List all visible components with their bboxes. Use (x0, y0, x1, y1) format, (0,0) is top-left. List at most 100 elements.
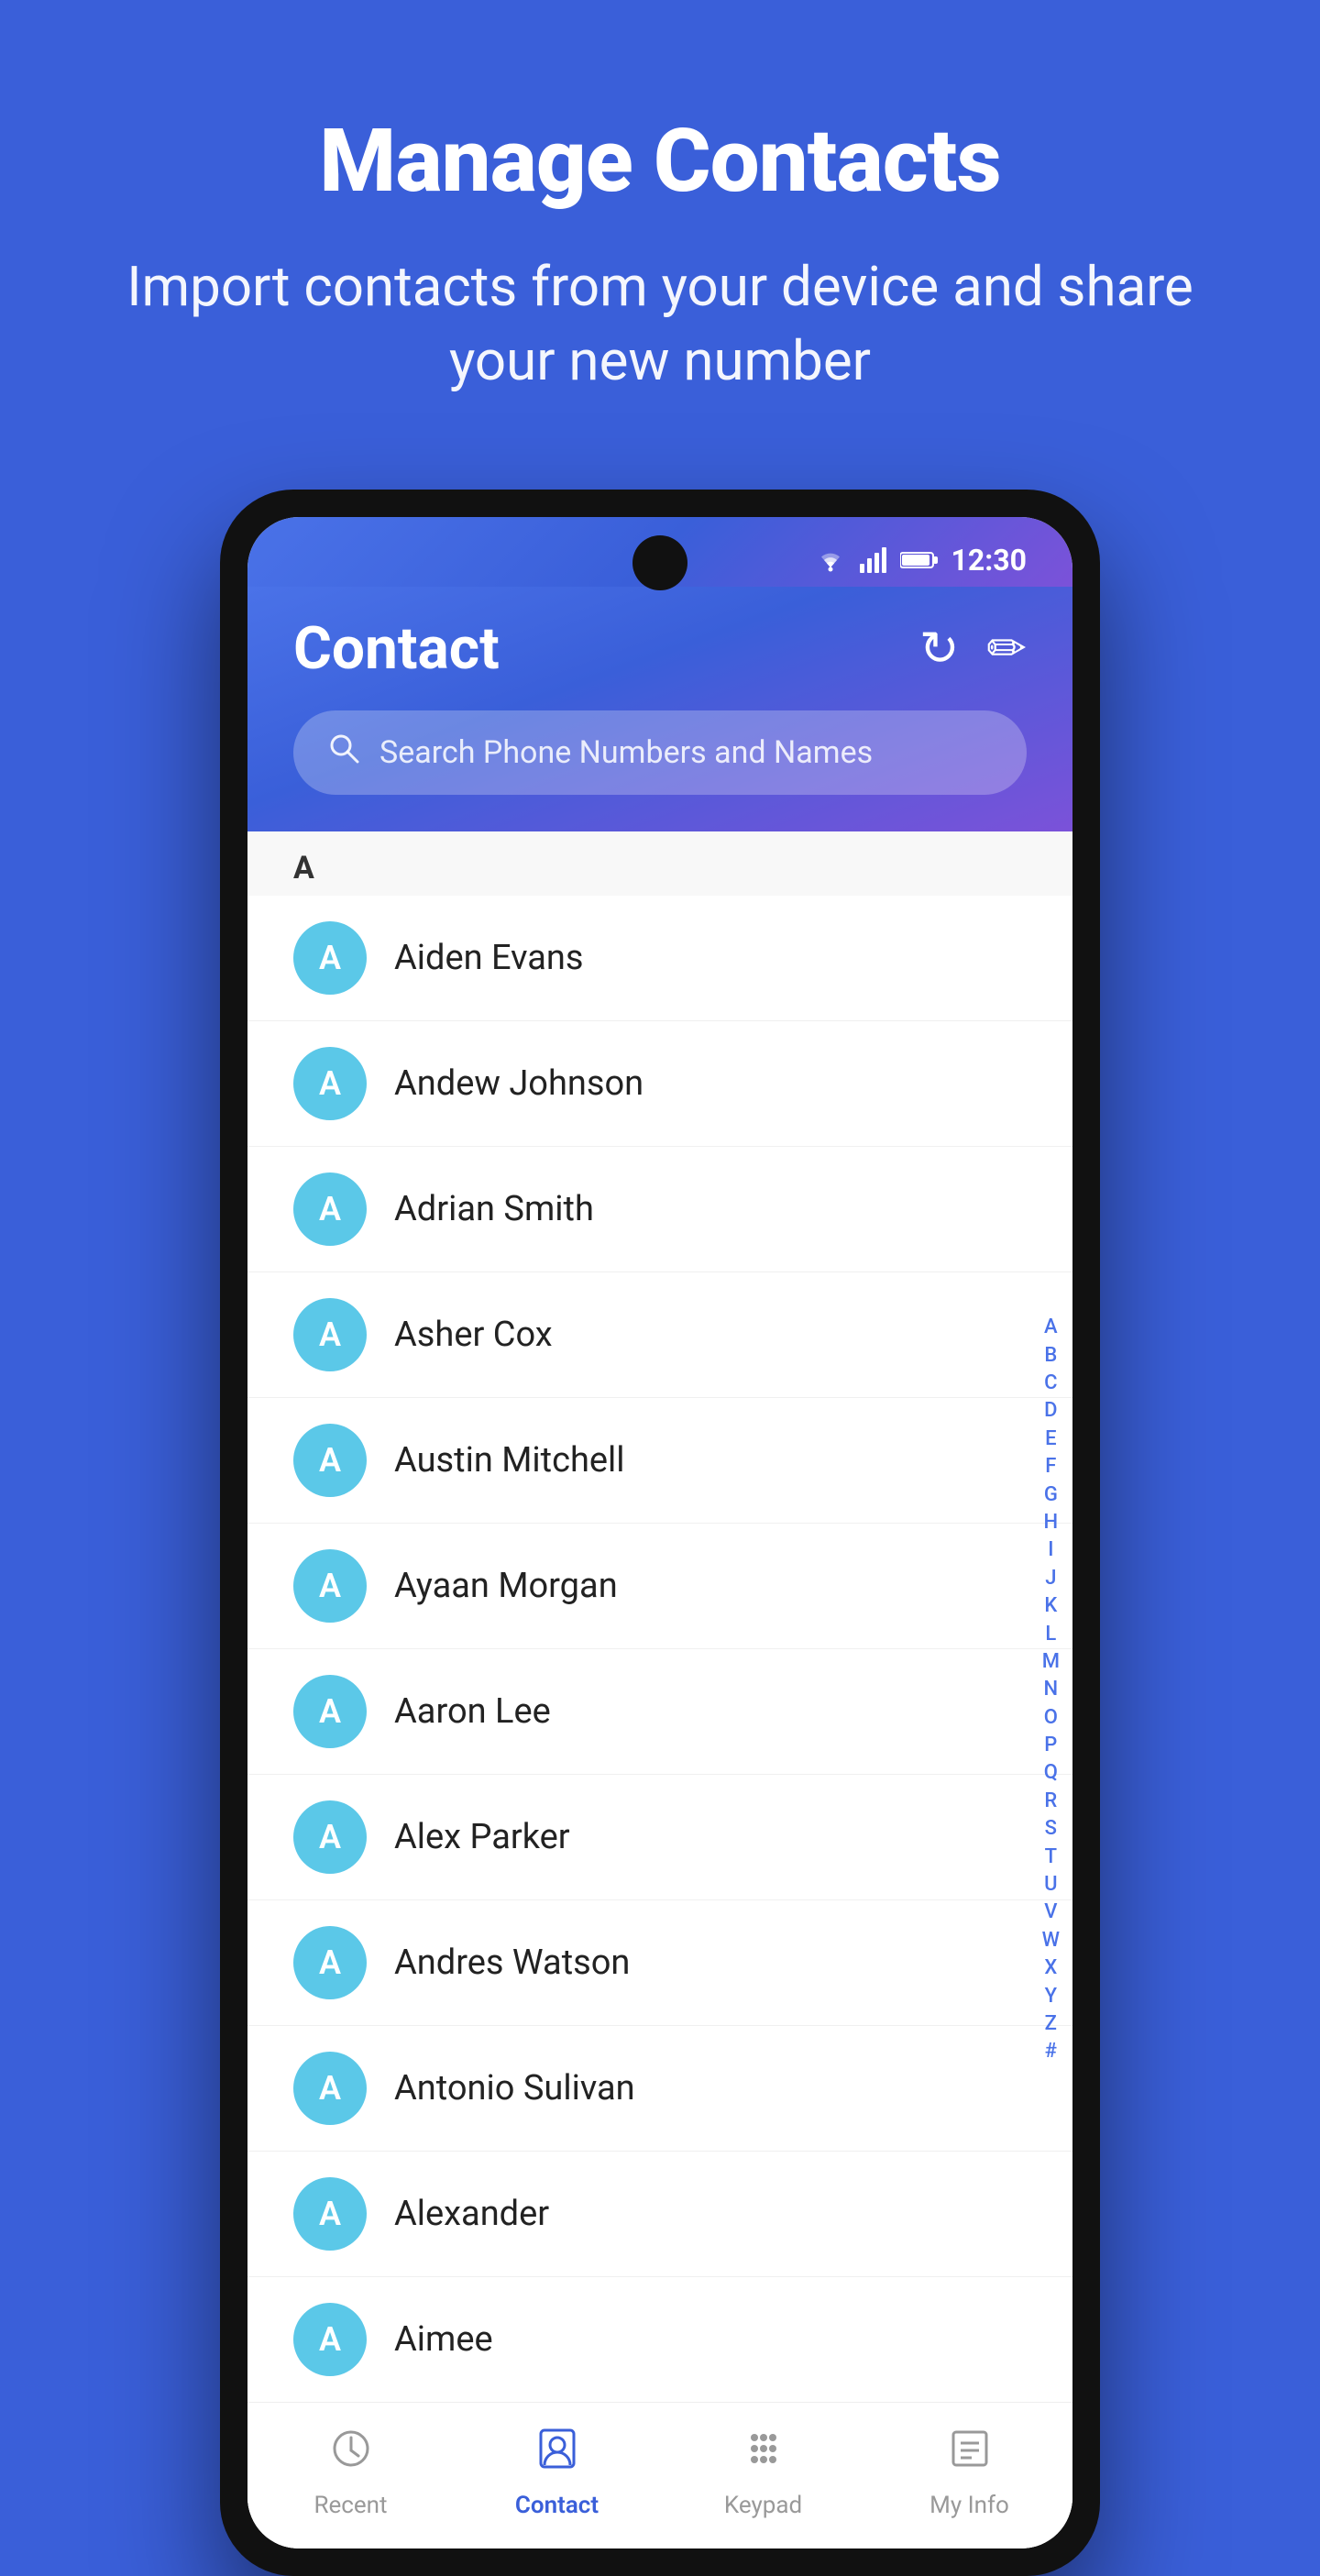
alphabet-letter[interactable]: Q (1040, 1760, 1062, 1786)
myinfo-nav-label: My Info (930, 2492, 1009, 2519)
alphabet-letter[interactable]: E (1041, 1426, 1060, 1452)
contact-name: Aimee (394, 2319, 493, 2360)
alphabet-letter[interactable]: B (1040, 1343, 1061, 1369)
section-letter-a: A (248, 831, 1072, 896)
contact-header: Contact ↻ ✏ Search Phone Numbers and Nam… (248, 587, 1072, 831)
signal-icon (860, 547, 887, 573)
search-icon (326, 731, 361, 775)
refresh-icon[interactable]: ↻ (919, 621, 960, 677)
contact-item[interactable]: A Antonio Sulivan (248, 2026, 1072, 2152)
alphabet-letter[interactable]: U (1040, 1872, 1061, 1898)
keypad-nav-label: Keypad (724, 2492, 802, 2519)
contact-title-row: Contact ↻ ✏ (293, 614, 1027, 683)
contact-name: Andew Johnson (394, 1063, 644, 1104)
phone-screen: 12:30 Contact ↻ ✏ (248, 517, 1072, 2548)
myinfo-nav-icon (946, 2425, 994, 2484)
contacts-container: A Aiden Evans A Andew Johnson A Adrian S… (248, 896, 1072, 2402)
battery-icon (900, 550, 939, 570)
alphabet-letter[interactable]: N (1040, 1677, 1062, 1702)
alphabet-letter[interactable]: K (1040, 1593, 1061, 1619)
avatar: A (293, 1549, 367, 1623)
contact-item[interactable]: A Alexander (248, 2152, 1072, 2277)
wifi-icon (814, 547, 847, 573)
alphabet-sidebar[interactable]: ABCDEFGHIJKLMNOPQRSTUVWXYZ# (1039, 831, 1063, 2548)
header-section: Manage Contacts Import contacts from you… (0, 0, 1320, 453)
contact-item[interactable]: A Alex Parker (248, 1775, 1072, 1900)
avatar: A (293, 1424, 367, 1497)
alphabet-letter[interactable]: X (1040, 1955, 1061, 1981)
contact-item[interactable]: A Adrian Smith (248, 1147, 1072, 1272)
keypad-nav-icon (740, 2425, 787, 2484)
avatar: A (293, 1926, 367, 1999)
contact-name: Andres Watson (394, 1943, 630, 1983)
search-placeholder-text: Search Phone Numbers and Names (380, 734, 873, 771)
alphabet-letter[interactable]: J (1041, 1566, 1060, 1591)
contact-item[interactable]: A Andres Watson (248, 1900, 1072, 2026)
contact-nav-label: Contact (515, 2492, 599, 2519)
status-time: 12:30 (952, 543, 1027, 578)
alphabet-letter[interactable]: O (1040, 1705, 1062, 1731)
avatar: A (293, 921, 367, 995)
avatar: A (293, 1800, 367, 1874)
contact-name: Alexander (394, 2194, 549, 2234)
contact-actions: ↻ ✏ (919, 621, 1027, 677)
contact-item[interactable]: A Aimee (248, 2277, 1072, 2402)
alphabet-letter[interactable]: L (1041, 1622, 1060, 1647)
status-bar: 12:30 (248, 517, 1072, 587)
alphabet-letter[interactable]: M (1039, 1649, 1063, 1675)
alphabet-letter[interactable]: Y (1041, 1984, 1061, 2009)
nav-item-contact[interactable]: Contact (484, 2425, 631, 2519)
contact-item[interactable]: A Andew Johnson (248, 1021, 1072, 1147)
bottom-nav: Recent Contact Keypad My Info (248, 2402, 1072, 2548)
contact-name: Aiden Evans (394, 938, 584, 978)
alphabet-letter[interactable]: C (1040, 1371, 1061, 1396)
contact-item[interactable]: A Austin Mitchell (248, 1398, 1072, 1524)
phone-frame: 12:30 Contact ↻ ✏ (220, 490, 1100, 2576)
search-bar[interactable]: Search Phone Numbers and Names (293, 710, 1027, 795)
avatar: A (293, 1675, 367, 1748)
avatar: A (293, 1047, 367, 1120)
alphabet-letter[interactable]: P (1040, 1733, 1061, 1758)
avatar: A (293, 1172, 367, 1246)
alphabet-letter[interactable]: S (1041, 1816, 1061, 1842)
contact-name: Aaron Lee (394, 1691, 551, 1732)
contact-item[interactable]: A Aaron Lee (248, 1649, 1072, 1775)
nav-item-keypad[interactable]: Keypad (690, 2425, 837, 2519)
alphabet-letter[interactable]: A (1040, 1315, 1062, 1340)
contact-nav-icon (534, 2425, 581, 2484)
contact-name: Adrian Smith (394, 1189, 594, 1229)
contact-item[interactable]: A Aiden Evans (248, 896, 1072, 1021)
contact-item[interactable]: A Ayaan Morgan (248, 1524, 1072, 1649)
alphabet-letter[interactable]: # (1041, 2039, 1061, 2064)
nav-item-recent[interactable]: Recent (278, 2425, 424, 2519)
alphabet-letter[interactable]: G (1040, 1482, 1062, 1508)
nav-item-myinfo[interactable]: My Info (896, 2425, 1043, 2519)
contact-name: Antonio Sulivan (394, 2068, 635, 2108)
contact-item[interactable]: A Asher Cox (248, 1272, 1072, 1398)
contacts-list: A A Aiden Evans A Andew Johnson A Adrian… (248, 831, 1072, 2548)
notch (632, 535, 688, 590)
contact-name: Asher Cox (394, 1315, 553, 1355)
alphabet-letter[interactable]: R (1040, 1789, 1061, 1814)
recent-nav-label: Recent (314, 2492, 387, 2519)
contact-name: Austin Mitchell (394, 1440, 625, 1481)
alphabet-letter[interactable]: V (1040, 1899, 1061, 1925)
contact-name: Ayaan Morgan (394, 1566, 618, 1606)
edit-icon[interactable]: ✏ (986, 621, 1027, 677)
alphabet-letter[interactable]: T (1041, 1844, 1061, 1870)
alphabet-letter[interactable]: F (1041, 1454, 1060, 1480)
contact-screen-title: Contact (293, 614, 500, 683)
alphabet-letter[interactable]: I (1044, 1537, 1057, 1563)
avatar: A (293, 2303, 367, 2376)
alphabet-letter[interactable]: D (1040, 1398, 1061, 1424)
page-subtitle: Import contacts from your device and sha… (92, 249, 1228, 398)
recent-nav-icon (327, 2425, 375, 2484)
avatar: A (293, 2177, 367, 2251)
page-main-title: Manage Contacts (92, 110, 1228, 213)
avatar: A (293, 2052, 367, 2125)
alphabet-letter[interactable]: H (1040, 1510, 1062, 1536)
alphabet-letter[interactable]: Z (1041, 2011, 1061, 2037)
avatar: A (293, 1298, 367, 1371)
contact-name: Alex Parker (394, 1817, 570, 1857)
alphabet-letter[interactable]: W (1039, 1928, 1063, 1954)
